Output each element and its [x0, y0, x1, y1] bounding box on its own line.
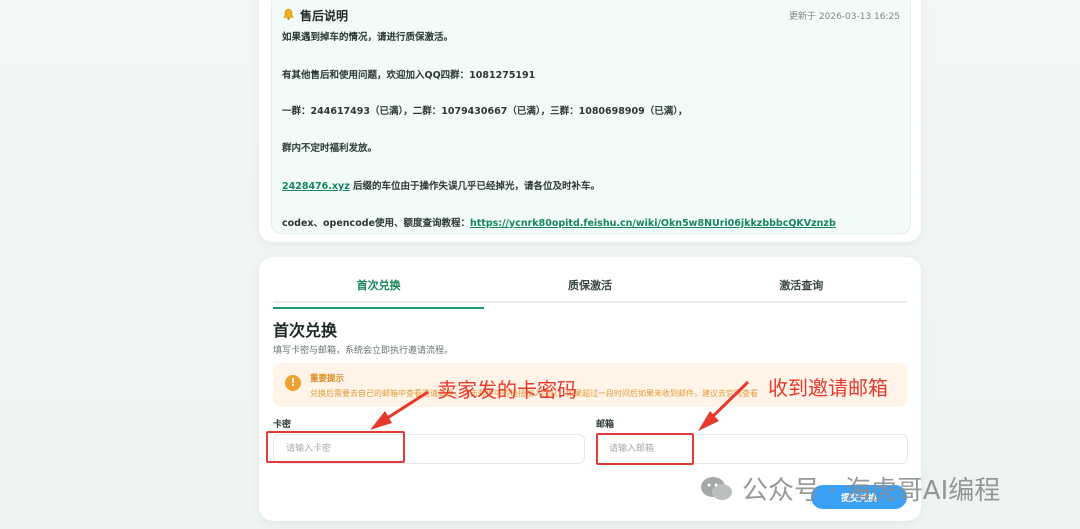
notice-line: 有其他售后和使用问题，欢迎加入QQ四群：1081275191 [282, 70, 536, 81]
domain-link[interactable]: 2428476.xyz [282, 181, 350, 192]
notice-line: codex、opencode使用、额度查询教程：https://ycnrk80o… [282, 218, 836, 229]
warning-icon: ! [285, 375, 301, 391]
wechat-icon [700, 476, 734, 502]
after-sales-panel: 售后说明 更新于 2026-03-13 16:25 如果遇到掉车的情况，请进行质… [271, 0, 911, 234]
tab-first-redeem[interactable]: 首次兑换 [273, 277, 485, 309]
after-sales-card: 售后说明 更新于 2026-03-13 16:25 如果遇到掉车的情况，请进行质… [259, 0, 921, 242]
updated-time: 更新于 2026-03-13 16:25 [789, 12, 900, 22]
watermark-text: 公众号 · 海虎哥AI编程 [742, 476, 1001, 506]
notice-line: 群内不定时福利发放。 [282, 143, 378, 154]
alert-title: 重要提示 [310, 374, 345, 384]
tutorial-link[interactable]: https://ycnrk80opitd.feishu.cn/wiki/Okn5… [470, 218, 836, 229]
card-code-label: 卡密 [273, 420, 292, 430]
after-sales-title: 售后说明 [300, 9, 349, 23]
email-annotation: 收到邀请邮箱 [768, 376, 888, 400]
tab-warranty-activate[interactable]: 质保激活 [484, 277, 695, 301]
form-title: 首次兑换 [273, 321, 338, 340]
notice-line: 一群：244617493（已满），二群：1079430667（已满），三群：10… [282, 106, 688, 117]
card-annotation: 卖家发的卡密码 [437, 378, 577, 402]
form-subtitle: 填写卡密与邮箱，系统会立即执行邀请流程。 [273, 346, 454, 356]
tab-activation-query[interactable]: 激活查询 [696, 277, 907, 301]
card-input-highlight [266, 431, 405, 463]
tab-bar: 首次兑换 质保激活 激活查询 [273, 277, 907, 309]
notice-line: 2428476.xyz 后缀的车位由于操作失误几乎已经掉光，请各位及时补车。 [282, 181, 601, 192]
email-input-highlight [596, 433, 694, 465]
notice-line: 如果遇到掉车的情况，请进行质保激活。 [282, 32, 454, 43]
bell-icon [282, 8, 295, 24]
email-label: 邮箱 [596, 420, 615, 430]
watermark: 公众号 · 海虎哥AI编程 [700, 470, 1000, 507]
after-sales-header: 售后说明 [282, 7, 348, 24]
